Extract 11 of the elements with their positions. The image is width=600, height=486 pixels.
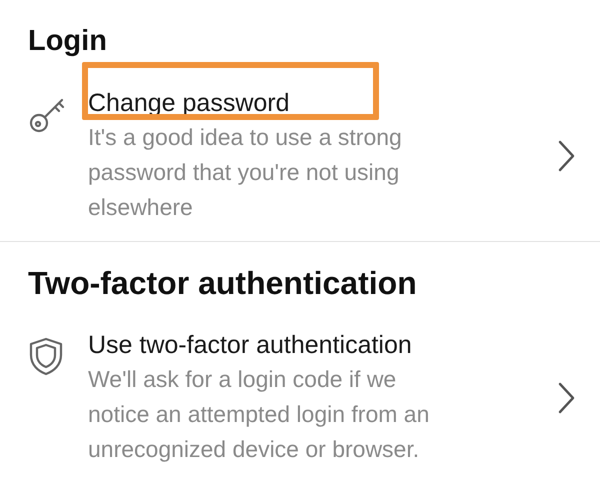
- item-title[interactable]: Change password: [88, 86, 556, 120]
- item-title[interactable]: Use two-factor authentication: [88, 328, 556, 362]
- item-description: It's a good idea to use a strong password that you're not using elsewhere: [88, 123, 403, 222]
- item-description: We'll ask for a login code if we notice an attempted login from an unrecognized device or browser.: [88, 365, 430, 464]
- chevron-right-icon[interactable]: [556, 138, 576, 172]
- settings-row[interactable]: Use two-factor authentication We'll ask for a login code if we notice an attempted login from an unrecognized device or browser.: [28, 302, 600, 483]
- section-heading: Two-factor authentication: [28, 264, 418, 302]
- shield-icon: [28, 336, 64, 376]
- section-heading: Login: [28, 24, 108, 59]
- chevron-right-icon[interactable]: [556, 380, 576, 414]
- settings-row[interactable]: Change password It's a good idea to use a strong password that you're not using elsewhere: [28, 60, 600, 241]
